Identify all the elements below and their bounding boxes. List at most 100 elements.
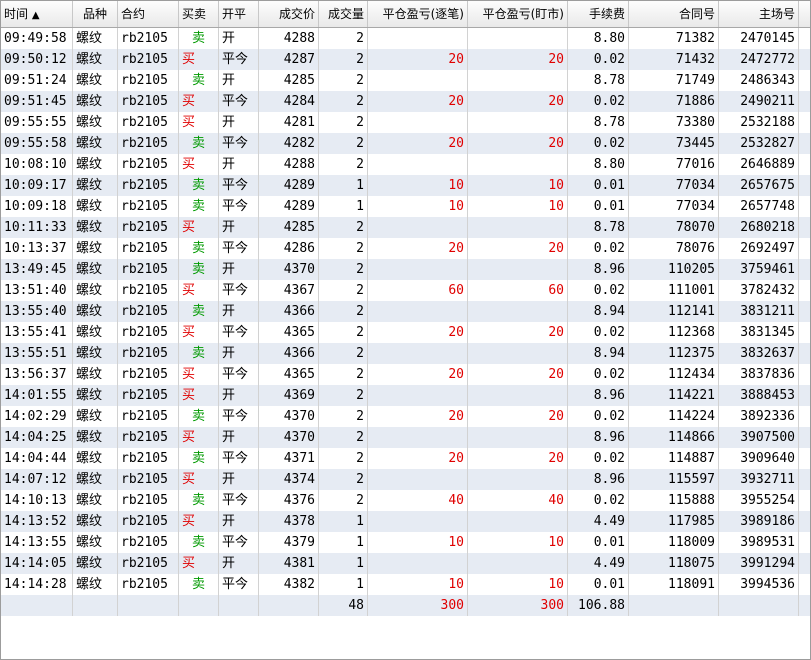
table-row[interactable]: 13:55:41 螺纹 rb2105 买平今 4365 2 20 20 0.02 112368 38…: [1, 322, 810, 343]
table-row[interactable]: 09:50:12 螺纹 rb2105 买平今 4287 2 20 20 0.02 71432 247…: [1, 49, 810, 70]
cell-close-pnl-mtm: [468, 511, 568, 532]
column-header-contract-no[interactable]: 合同号: [629, 1, 719, 27]
column-header-close-pnl-mtm[interactable]: 平仓盈亏(盯市): [468, 1, 568, 27]
cell-volume: 2: [319, 301, 368, 322]
cell-contract: rb2105: [118, 490, 179, 511]
cell-open-close: 平今: [219, 133, 259, 154]
table-row[interactable]: 10:09:17 螺纹 rb2105 卖平今 4289 1 10 10 0.01 77034 265…: [1, 175, 810, 196]
table-row[interactable]: 14:04:44 螺纹 rb2105 卖平今 4371 2 20 20 0.02 114887 39…: [1, 448, 810, 469]
cell-fee: 8.96: [568, 385, 629, 406]
table-row[interactable]: 14:07:12 螺纹 rb2105 买开 4374 2 8.96 115597 3932711: [1, 469, 810, 490]
cell-close-pnl-mtm: [468, 301, 568, 322]
table-row[interactable]: 10:11:33 螺纹 rb2105 买开 4285 2 8.78 78070 2680218: [1, 217, 810, 238]
cell-fee: 0.01: [568, 574, 629, 595]
cell-open-close: 开: [219, 70, 259, 91]
cell-side: 卖: [179, 28, 219, 49]
cell-exchange-no: 2490211: [719, 91, 799, 112]
cell-contract: rb2105: [118, 427, 179, 448]
cell-volume: 2: [319, 469, 368, 490]
column-header-time[interactable]: 时间 ▲: [1, 1, 73, 27]
table-row[interactable]: 10:09:18 螺纹 rb2105 卖平今 4289 1 10 10 0.01 77034 265…: [1, 196, 810, 217]
column-header-fee[interactable]: 手续费: [568, 1, 629, 27]
column-header-price[interactable]: 成交价: [259, 1, 319, 27]
cell-variety: 螺纹: [73, 280, 118, 301]
cell-price: 4376: [259, 490, 319, 511]
cell-side: 卖: [179, 238, 219, 259]
table-row[interactable]: 10:13:37 螺纹 rb2105 卖平今 4286 2 20 20 0.02 78076 269…: [1, 238, 810, 259]
cell-open-close: 平今: [219, 238, 259, 259]
table-row[interactable]: 14:14:28 螺纹 rb2105 卖平今 4382 1 10 10 0.01 118091 39…: [1, 574, 810, 595]
table-row[interactable]: 09:51:24 螺纹 rb2105 卖开 4285 2 8.78 71749 2486343: [1, 70, 810, 91]
table-row[interactable]: 14:13:55 螺纹 rb2105 卖平今 4379 1 10 10 0.01 118009 39…: [1, 532, 810, 553]
table-row[interactable]: 14:14:05 螺纹 rb2105 买开 4381 1 4.49 118075 3991294: [1, 553, 810, 574]
cell-side: 卖: [179, 406, 219, 427]
cell-exchange-no: 2692497: [719, 238, 799, 259]
cell-variety: 螺纹: [73, 322, 118, 343]
cell-open-close: 开: [219, 301, 259, 322]
cell-fee: 4.49: [568, 511, 629, 532]
cell-exchange-no: 2680218: [719, 217, 799, 238]
table-row[interactable]: 13:55:51 螺纹 rb2105 卖开 4366 2 8.94 112375 3832637: [1, 343, 810, 364]
cell-exchange-no: 3907500: [719, 427, 799, 448]
table-row[interactable]: 09:55:55 螺纹 rb2105 买开 4281 2 8.78 73380 2532188: [1, 112, 810, 133]
table-row[interactable]: 13:55:40 螺纹 rb2105 卖开 4366 2 8.94 112141 3831211: [1, 301, 810, 322]
table-row[interactable]: 09:55:58 螺纹 rb2105 卖平今 4282 2 20 20 0.02 73445 253…: [1, 133, 810, 154]
cell-variety: 螺纹: [73, 112, 118, 133]
cell-exchange-no: 3837836: [719, 364, 799, 385]
summary-empty-cell: [219, 595, 259, 616]
cell-contract: rb2105: [118, 91, 179, 112]
table-row[interactable]: 13:51:40 螺纹 rb2105 买平今 4367 2 60 60 0.02 111001 37…: [1, 280, 810, 301]
column-header-contract[interactable]: 合约: [118, 1, 179, 27]
cell-open-close: 平今: [219, 280, 259, 301]
table-row[interactable]: 14:04:25 螺纹 rb2105 买开 4370 2 8.96 114866 3907500: [1, 427, 810, 448]
cell-fee: 0.01: [568, 175, 629, 196]
cell-contract-no: 118075: [629, 553, 719, 574]
table-row[interactable]: 14:13:52 螺纹 rb2105 买开 4378 1 4.49 117985 3989186: [1, 511, 810, 532]
cell-time: 09:51:45: [1, 91, 73, 112]
cell-close-pnl-trade: [368, 385, 468, 406]
cell-side: 买: [179, 469, 219, 490]
table-row[interactable]: 13:56:37 螺纹 rb2105 买平今 4365 2 20 20 0.02 112434 38…: [1, 364, 810, 385]
cell-close-pnl-mtm: [468, 553, 568, 574]
cell-contract-no: 117985: [629, 511, 719, 532]
cell-fee: 8.96: [568, 259, 629, 280]
cell-fee: 4.49: [568, 553, 629, 574]
cell-price: 4381: [259, 553, 319, 574]
cell-contract: rb2105: [118, 175, 179, 196]
table-row[interactable]: 14:01:55 螺纹 rb2105 买开 4369 2 8.96 114221 3888453: [1, 385, 810, 406]
cell-contract-no: 73380: [629, 112, 719, 133]
cell-close-pnl-mtm: [468, 28, 568, 49]
cell-close-pnl-trade: [368, 259, 468, 280]
column-header-exchange-no[interactable]: 主场号: [719, 1, 799, 27]
table-row[interactable]: 09:51:45 螺纹 rb2105 买平今 4284 2 20 20 0.02 71886 249…: [1, 91, 810, 112]
cell-close-pnl-trade: 20: [368, 406, 468, 427]
table-row[interactable]: 14:02:29 螺纹 rb2105 卖平今 4370 2 20 20 0.02 114224 38…: [1, 406, 810, 427]
table-row[interactable]: 10:08:10 螺纹 rb2105 买开 4288 2 8.80 77016 2646889: [1, 154, 810, 175]
column-header-side[interactable]: 买卖: [179, 1, 219, 27]
cell-volume: 2: [319, 28, 368, 49]
cell-fee: 8.78: [568, 112, 629, 133]
table-row[interactable]: 09:49:58 螺纹 rb2105 卖开 4288 2 8.80 71382 2470145: [1, 28, 810, 49]
table-row[interactable]: 13:49:45 螺纹 rb2105 卖开 4370 2 8.96 110205 3759461: [1, 259, 810, 280]
cell-contract-no: 115597: [629, 469, 719, 490]
cell-open-close: 开: [219, 511, 259, 532]
column-header-open-close[interactable]: 开平: [219, 1, 259, 27]
column-header-volume[interactable]: 成交量: [319, 1, 368, 27]
column-header-variety[interactable]: 品种: [73, 1, 118, 27]
cell-side: 买: [179, 385, 219, 406]
cell-contract: rb2105: [118, 301, 179, 322]
cell-price: 4365: [259, 364, 319, 385]
cell-contract: rb2105: [118, 112, 179, 133]
cell-contract: rb2105: [118, 28, 179, 49]
cell-close-pnl-mtm: 20: [468, 406, 568, 427]
table-row[interactable]: 14:10:13 螺纹 rb2105 卖平今 4376 2 40 40 0.02 115888 39…: [1, 490, 810, 511]
cell-exchange-no: 3989531: [719, 532, 799, 553]
cell-variety: 螺纹: [73, 70, 118, 91]
cell-open-close: 平今: [219, 175, 259, 196]
cell-open-close: 开: [219, 553, 259, 574]
cell-exchange-no: 3892336: [719, 406, 799, 427]
trade-records-grid: 时间 ▲ 品种 合约 买卖 开平 成交价 成交量 平仓盈亏(逐笔) 平仓盈亏(盯…: [0, 0, 811, 660]
cell-time: 14:04:25: [1, 427, 73, 448]
column-header-close-pnl-trade[interactable]: 平仓盈亏(逐笔): [368, 1, 468, 27]
cell-contract: rb2105: [118, 322, 179, 343]
